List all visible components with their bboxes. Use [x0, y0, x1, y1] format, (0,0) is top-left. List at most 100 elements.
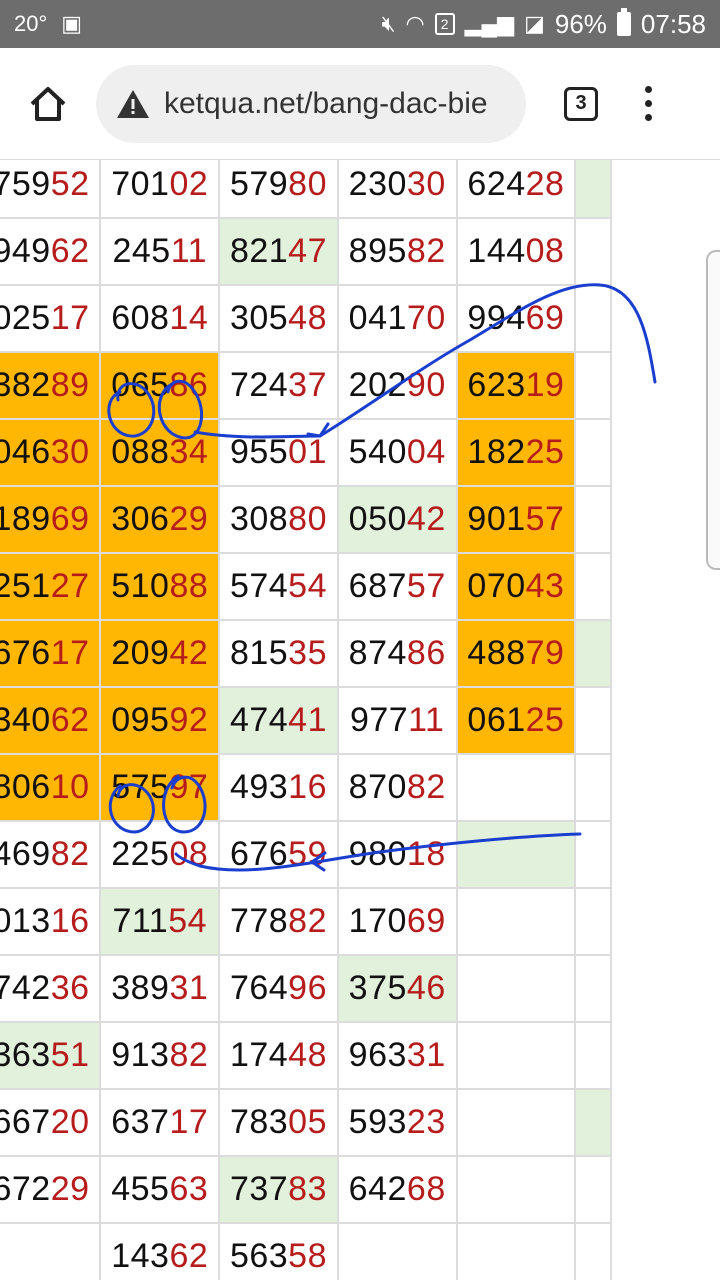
cell-tail-digits: 47: [288, 232, 327, 270]
table-row: 00463008834955015400418225: [0, 418, 612, 487]
table-row: 146982225086765998018: [0, 820, 612, 889]
cell-head-digits: 676: [0, 634, 51, 672]
cell-tail-digits: 11: [408, 701, 445, 739]
cell-head-digits: 144: [467, 232, 526, 270]
table-cell-overflow: [574, 1222, 612, 1280]
table-cell: 20290: [336, 351, 458, 420]
table-cell: 30548: [218, 284, 339, 353]
table-cell: 75952: [0, 160, 102, 219]
cell-tail-digits: 29: [50, 1170, 90, 1208]
tab-switcher-button[interactable]: 3: [564, 86, 598, 121]
cell-tail-digits: 05: [288, 1103, 327, 1141]
table-row: 336351913821744896331: [0, 1021, 612, 1090]
cell-head-digits: 963: [348, 1036, 407, 1074]
results-table-container[interactable]: 5759527010257980230306242869496224511821…: [0, 160, 720, 1280]
table-cell: 90157: [455, 485, 577, 554]
cell-head-digits: 637: [111, 1103, 170, 1141]
table-cell-overflow: [574, 217, 612, 286]
cell-tail-digits: 28: [525, 165, 565, 203]
cell-tail-digits: 62: [169, 1237, 209, 1275]
table-cell: 67659: [218, 820, 339, 889]
temperature-text: 20°: [14, 11, 48, 36]
scroll-handle[interactable]: [706, 250, 720, 570]
table-cell: 60814: [99, 284, 221, 353]
cell-head-digits: 701: [111, 165, 170, 203]
wifi-icon: ◠: [405, 11, 425, 36]
cell-tail-digits: 42: [169, 634, 209, 672]
table-cell-overflow: [574, 418, 612, 487]
cell-tail-digits: 80: [288, 500, 327, 538]
cell-tail-digits: 68: [406, 1170, 446, 1208]
cell-tail-digits: 62: [50, 232, 90, 270]
table-cell: 04170: [336, 284, 458, 353]
table-cell: 45563: [99, 1155, 221, 1224]
table-cell: 68757: [336, 552, 458, 621]
cell-tail-digits: 14: [169, 299, 209, 337]
cell-tail-digits: 17: [50, 299, 90, 337]
overflow-menu-button[interactable]: [638, 86, 658, 121]
clock-text: 07:58: [640, 8, 706, 39]
cell-head-digits: 382: [0, 366, 51, 404]
table-cell: 89582: [336, 217, 458, 286]
table-cell: 56358: [218, 1222, 339, 1280]
cell-tail-digits: 88: [169, 567, 209, 605]
cell-head-digits: 143: [111, 1237, 170, 1275]
table-cell: 06125: [455, 686, 577, 755]
table-cell-overflow: [574, 1155, 612, 1224]
cell-tail-digits: 10: [50, 768, 90, 806]
table-cell: 14362: [99, 1222, 221, 1280]
cell-tail-digits: 08: [169, 835, 209, 873]
table-cell: [336, 1222, 458, 1280]
table-cell: 71154: [99, 887, 221, 956]
table-cell: 02517: [0, 284, 102, 353]
cell-head-digits: 687: [348, 567, 407, 605]
address-bar[interactable]: ketqua.net/bang-dac-bie: [96, 64, 526, 143]
cell-tail-digits: 30: [406, 165, 446, 203]
cell-head-digits: 821: [229, 232, 289, 270]
cell-tail-digits: 02: [169, 165, 209, 203]
table-cell: 80610: [0, 753, 102, 822]
table-row: 43828906586724372029062319: [0, 351, 612, 420]
table-cell: 36351: [0, 1021, 102, 1090]
cell-head-digits: 815: [229, 634, 289, 672]
cell-head-digits: 510: [111, 567, 170, 605]
cell-tail-digits: 96: [288, 969, 327, 1007]
cell-tail-digits: 69: [50, 500, 90, 538]
dot-icon: [644, 100, 652, 107]
cell-tail-digits: 36: [50, 969, 90, 1007]
cell-tail-digits: 37: [288, 366, 327, 404]
table-cell: 59323: [336, 1088, 458, 1157]
cell-head-digits: 949: [0, 232, 51, 270]
table-cell: [455, 1021, 577, 1090]
cell-tail-digits: 17: [50, 634, 90, 672]
cell-tail-digits: 86: [169, 366, 209, 404]
cell-tail-digits: 54: [168, 902, 208, 940]
cell-head-digits: 667: [0, 1103, 51, 1141]
cell-tail-digits: 31: [169, 969, 209, 1007]
table-cell-overflow: [574, 1088, 612, 1157]
cell-head-digits: 305: [229, 299, 289, 337]
table-cell: 74236: [0, 954, 102, 1023]
table-cell: 09592: [99, 686, 221, 755]
signal-icon: ▂▄▆: [464, 11, 515, 36]
cell-head-digits: 563: [229, 1237, 289, 1275]
table-cell: 18969: [0, 485, 102, 554]
cell-tail-digits: 92: [169, 701, 209, 739]
table-cell: 47441: [218, 686, 339, 755]
cell-head-digits: 306: [111, 500, 170, 538]
cell-tail-digits: 16: [288, 768, 327, 806]
table-cell: 57980: [218, 160, 339, 219]
home-button[interactable]: [0, 48, 96, 160]
table-cell: 91382: [99, 1021, 221, 1090]
cell-tail-digits: 25: [525, 701, 565, 739]
cell-head-digits: 065: [111, 366, 170, 404]
sim-badge: 2: [434, 13, 455, 35]
table-cell-overflow: [574, 1021, 612, 1090]
cell-tail-digits: 29: [169, 500, 209, 538]
cell-tail-digits: 17: [169, 1103, 209, 1141]
cell-head-digits: 980: [348, 835, 407, 873]
cell-tail-digits: 80: [288, 165, 327, 203]
cell-tail-digits: 48: [288, 299, 327, 337]
table-cell: 51088: [99, 552, 221, 621]
cell-head-digits: 994: [467, 299, 526, 337]
